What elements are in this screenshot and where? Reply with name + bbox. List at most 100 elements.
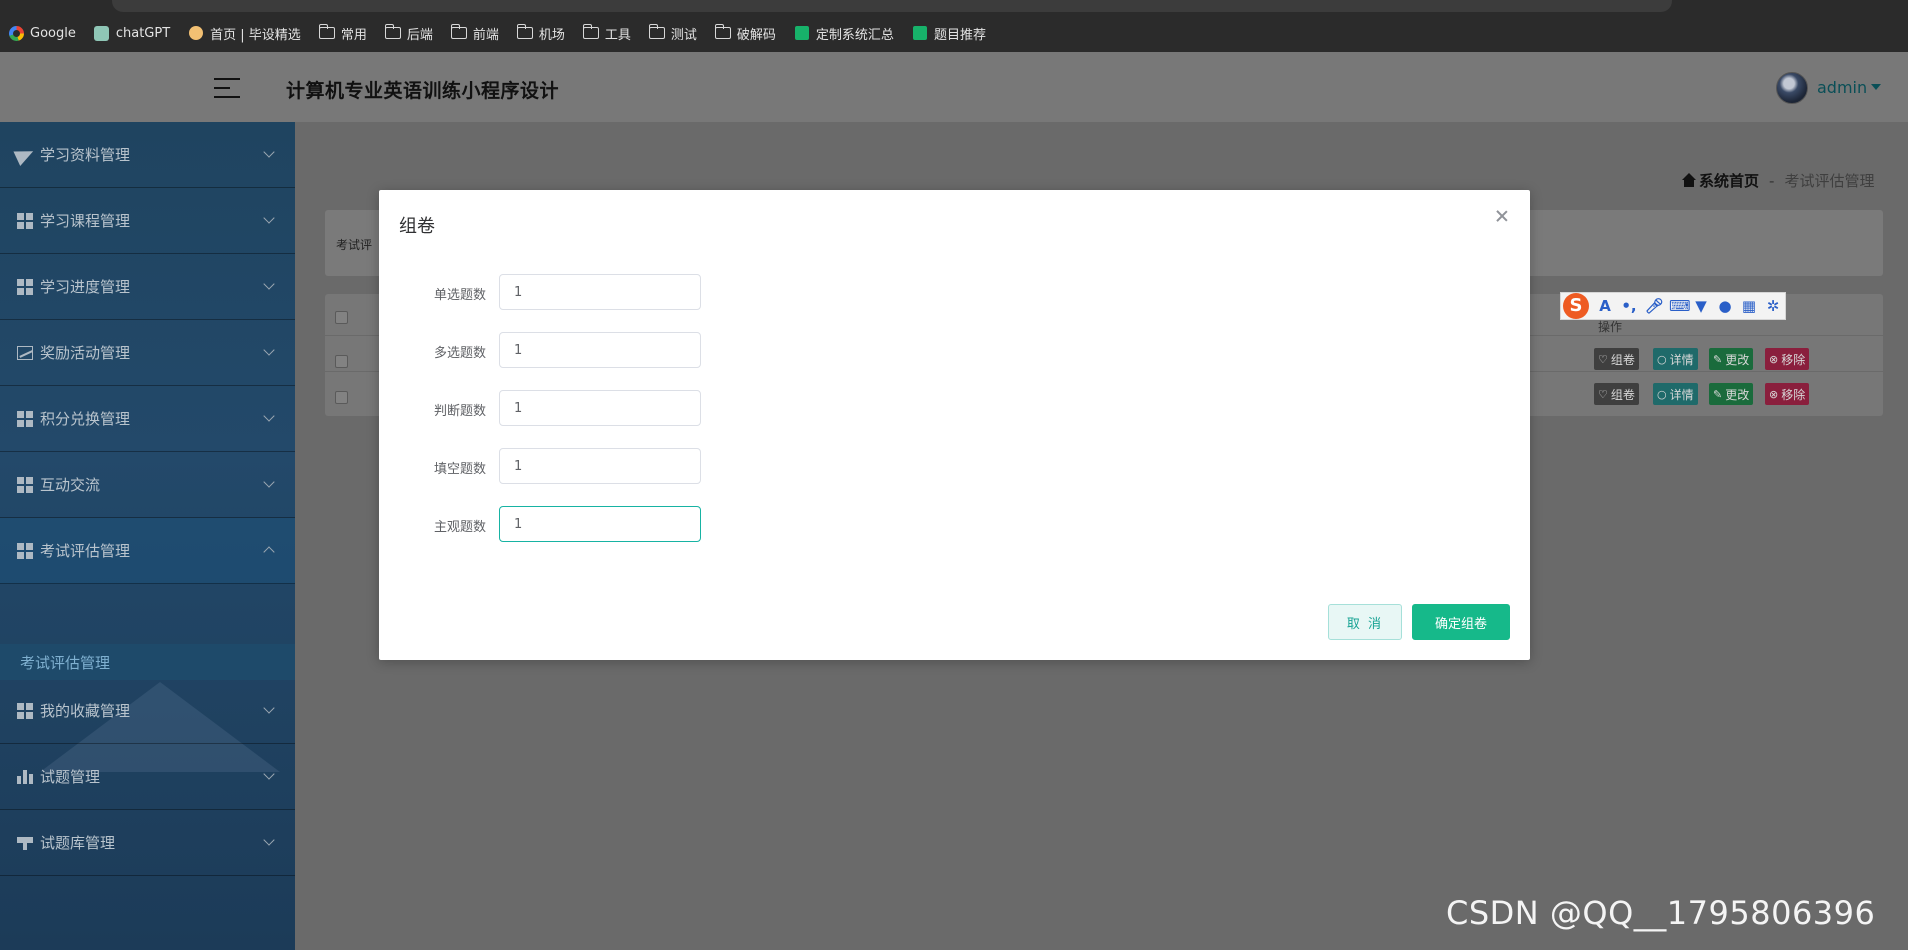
menu-toggle-icon[interactable]	[214, 76, 240, 100]
bookmark-chatgpt[interactable]: chatGPT	[94, 25, 170, 41]
robot-icon[interactable]: ●	[1717, 297, 1733, 315]
bookmarks-bar: Google chatGPT 首页 | 毕设精选 常用 后端 前端 机场 工具 …	[0, 14, 1908, 52]
sidebar-subitem-exam-eval[interactable]: 考试评估管理	[0, 644, 295, 680]
user-menu[interactable]: admin	[1817, 78, 1867, 97]
bookmark-custom-systems[interactable]: 定制系统汇总	[794, 24, 894, 43]
close-icon[interactable]	[1494, 208, 1510, 224]
bookmark-folder-crack[interactable]: 破解码	[714, 24, 776, 43]
bookmark-folder-frontend[interactable]: 前端	[450, 24, 499, 43]
settings-icon[interactable]: ✲	[1765, 297, 1781, 315]
folder-icon	[384, 24, 401, 39]
compose-button[interactable]: ♡ 组卷	[1594, 348, 1639, 370]
column-header-operations: 操作	[1598, 320, 1623, 334]
ime-toolbar: S A •, 🎤︎ ⌨ ▼ ● ▦ ✲	[1560, 292, 1786, 320]
single-choice-input[interactable]	[499, 274, 701, 310]
breadcrumb: 系统首页 - 考试评估管理	[1682, 170, 1874, 191]
bookmark-folder-backend[interactable]: 后端	[384, 24, 433, 43]
remove-button[interactable]: ⊗ 移除	[1765, 348, 1810, 370]
detail-button[interactable]: ○ 详情	[1653, 348, 1698, 370]
breadcrumb-separator: -	[1769, 171, 1775, 190]
bookmark-folder-airport[interactable]: 机场	[516, 24, 565, 43]
breadcrumb-home[interactable]: 系统首页	[1699, 170, 1759, 191]
bookmark-topic-recommend[interactable]: 题目推荐	[912, 24, 986, 43]
fill-blank-input[interactable]	[499, 448, 701, 484]
chevron-down-icon	[263, 344, 275, 356]
home-icon	[1682, 172, 1696, 187]
chevron-down-icon	[263, 212, 275, 224]
sheet-icon	[794, 26, 809, 40]
edit-button[interactable]: ✎ 更改	[1709, 348, 1754, 370]
remove-icon: ⊗	[1769, 387, 1779, 401]
chevron-down-icon	[263, 146, 275, 158]
avatar[interactable]	[1776, 72, 1808, 104]
chevron-down-icon	[263, 278, 275, 290]
bookmark-google[interactable]: Google	[8, 25, 76, 41]
compose-button[interactable]: ♡ 组卷	[1594, 383, 1639, 405]
sidebar-item-favorites[interactable]: 我的收藏管理	[0, 678, 295, 744]
bookmark-folder-common[interactable]: 常用	[318, 24, 367, 43]
sidebar-item-rewards[interactable]: 奖励活动管理	[0, 320, 295, 386]
google-icon	[8, 25, 24, 41]
mic-icon[interactable]: 🎤︎	[1645, 297, 1664, 315]
chevron-down-icon	[263, 476, 275, 488]
row-checkbox[interactable]	[335, 355, 348, 368]
search-icon: ○	[1657, 352, 1667, 366]
subjective-input[interactable]	[499, 506, 701, 542]
bar-chart-icon	[16, 768, 34, 786]
grid-icon	[16, 278, 34, 296]
sheet-icon	[912, 26, 927, 40]
chatgpt-icon	[94, 25, 110, 41]
sidebar-item-courses[interactable]: 学习课程管理	[0, 188, 295, 254]
chevron-down-icon	[263, 834, 275, 846]
home-icon	[189, 26, 204, 40]
chevron-up-icon	[263, 546, 275, 558]
sidebar-item-points[interactable]: 积分兑换管理	[0, 386, 295, 452]
bookmark-folder-test[interactable]: 测试	[648, 24, 697, 43]
search-label: 考试评	[336, 238, 373, 252]
multi-choice-input[interactable]	[499, 332, 701, 368]
cancel-button[interactable]: 取 消	[1328, 604, 1402, 640]
punctuation-icon[interactable]: •,	[1621, 297, 1637, 315]
sidebar-item-progress[interactable]: 学习进度管理	[0, 254, 295, 320]
select-all-checkbox[interactable]	[335, 311, 348, 324]
shirt-icon[interactable]: ▼	[1693, 297, 1709, 315]
row-checkbox[interactable]	[335, 391, 348, 404]
sidebar-item-exam-eval[interactable]: 考试评估管理	[0, 518, 295, 584]
grid-icon	[16, 542, 34, 560]
folder-icon	[516, 24, 533, 39]
caret-down-icon[interactable]	[1871, 84, 1881, 90]
app-title: 计算机专业英语训练小程序设计	[286, 80, 560, 102]
sidebar: 学习资料管理 学习课程管理 学习进度管理 奖励活动管理 积分兑换管理 互动交流 …	[0, 122, 295, 950]
folder-icon	[714, 24, 731, 39]
line-chart-icon	[16, 344, 34, 362]
chevron-down-icon	[263, 768, 275, 780]
true-false-input[interactable]	[499, 390, 701, 426]
dialog-title: 组卷	[399, 216, 435, 237]
folder-icon	[318, 24, 335, 39]
edit-button[interactable]: ✎ 更改	[1709, 383, 1754, 405]
grid-icon	[16, 476, 34, 494]
url-field[interactable]	[112, 0, 1672, 12]
csdn-watermark: CSDN @QQ__1795806396	[1446, 894, 1876, 932]
folder-icon	[648, 24, 665, 39]
confirm-compose-button[interactable]: 确定组卷	[1412, 604, 1510, 640]
stamp-icon	[16, 834, 34, 852]
sidebar-item-question-bank[interactable]: 试题库管理	[0, 810, 295, 876]
sidebar-item-questions[interactable]: 试题管理	[0, 744, 295, 810]
paper-plane-icon	[13, 143, 37, 166]
grid-icon	[16, 410, 34, 428]
detail-button[interactable]: ○ 详情	[1653, 383, 1698, 405]
keyboard-icon[interactable]: ⌨	[1669, 297, 1691, 315]
sogou-logo-icon[interactable]: S	[1563, 293, 1589, 319]
apps-icon[interactable]: ▦	[1741, 297, 1757, 315]
search-icon: ○	[1657, 387, 1667, 401]
sidebar-item-learning-materials[interactable]: 学习资料管理	[0, 122, 295, 188]
multi-choice-label: 多选题数	[433, 346, 486, 361]
subjective-label: 主观题数	[433, 520, 486, 535]
bookmark-folder-tools[interactable]: 工具	[582, 24, 631, 43]
sidebar-item-interaction[interactable]: 互动交流	[0, 452, 295, 518]
text-a-icon[interactable]: A	[1597, 297, 1613, 315]
remove-button[interactable]: ⊗ 移除	[1765, 383, 1810, 405]
chevron-down-icon	[263, 702, 275, 714]
bookmark-home[interactable]: 首页 | 毕设精选	[188, 24, 301, 43]
